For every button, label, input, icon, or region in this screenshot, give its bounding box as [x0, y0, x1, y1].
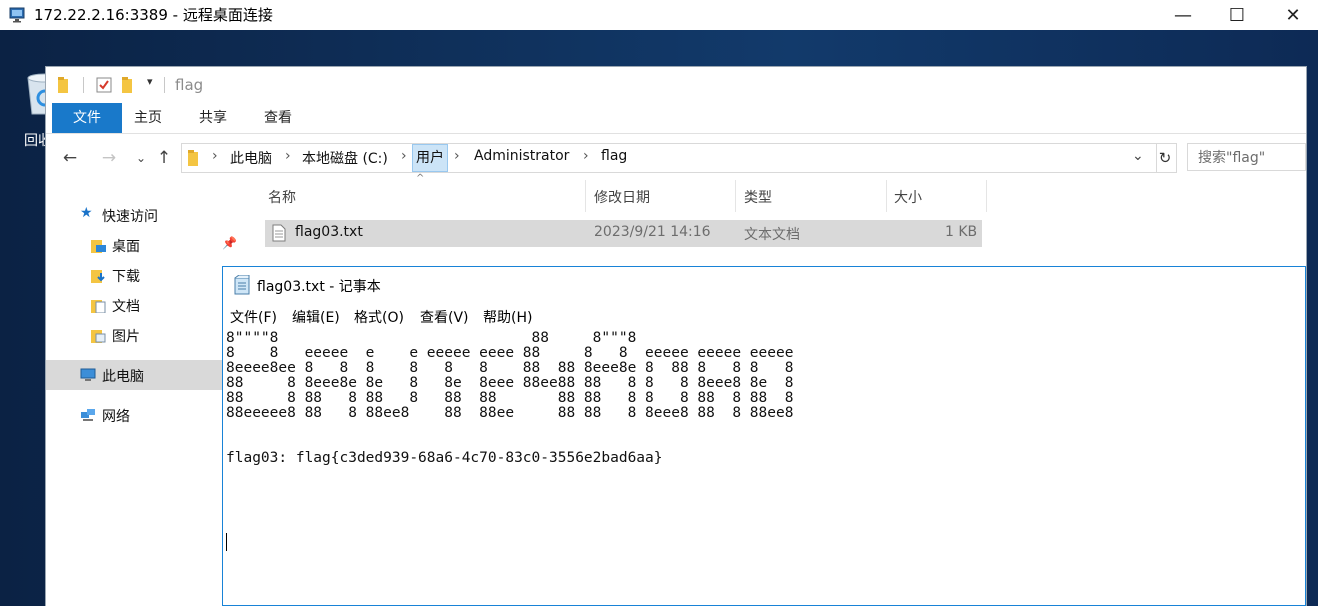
column-modified[interactable]: 修改日期	[594, 187, 650, 207]
documents-folder-icon	[91, 300, 106, 313]
recent-locations-button[interactable]: ⌄	[130, 147, 152, 169]
notepad-title: flag03.txt - 记事本	[257, 279, 381, 295]
close-button[interactable]: ✕	[1270, 0, 1316, 30]
minimize-button[interactable]: —	[1160, 0, 1206, 30]
notepad-window: flag03.txt - 记事本 文件(F) 编辑(E) 格式(O) 查看(V)…	[222, 266, 1306, 606]
nav-documents[interactable]: 文档	[46, 290, 222, 320]
window-title: flag	[175, 76, 204, 94]
refresh-button[interactable]: ↻	[1154, 143, 1177, 173]
forward-button[interactable]: →	[98, 147, 120, 169]
network-icon	[81, 409, 95, 421]
breadcrumb-separator-icon[interactable]: ›	[401, 148, 407, 164]
remote-desktop-icon	[9, 7, 25, 23]
navigation-row: ← → ⌄ ↑ › 此电脑 › 本地磁盘 (C:) › 用户 › Adminis…	[46, 143, 1306, 173]
customize-toolbar-icon[interactable]: ▾	[147, 75, 153, 88]
tab-share[interactable]: 共享	[185, 103, 241, 133]
tab-view[interactable]: 查看	[250, 103, 306, 133]
back-button[interactable]: ←	[59, 147, 81, 169]
up-button[interactable]: ↑	[153, 147, 175, 169]
rdp-title-bar: 172.22.2.16:3389 - 远程桌面连接 — ☐ ✕	[0, 0, 1318, 30]
breadcrumb-local-disk[interactable]: 本地磁盘 (C:)	[302, 148, 388, 168]
downloads-folder-icon	[91, 270, 105, 283]
file-name: flag03.txt	[295, 224, 363, 240]
breadcrumb-administrator[interactable]: Administrator	[474, 148, 569, 164]
nav-quick-access[interactable]: ★ 快速访问	[46, 200, 222, 230]
notepad-title-bar: flag03.txt - 记事本	[223, 267, 1305, 303]
pictures-folder-icon	[91, 330, 106, 343]
breadcrumb-flag[interactable]: flag	[601, 148, 627, 164]
file-size: 1 KB	[945, 224, 978, 240]
file-row[interactable]: flag03.txt 2023/9/21 14:16 文本文档 1 KB	[265, 220, 982, 247]
menu-format[interactable]: 格式(O)	[354, 307, 404, 327]
star-icon: ★	[80, 205, 93, 221]
tab-file[interactable]: 文件	[52, 103, 122, 133]
tab-home[interactable]: 主页	[120, 103, 176, 133]
notepad-menu-bar: 文件(F) 编辑(E) 格式(O) 查看(V) 帮助(H)	[223, 303, 1305, 329]
column-name[interactable]: 名称	[268, 187, 296, 207]
text-caret	[226, 533, 227, 551]
breadcrumb-separator-icon[interactable]: ›	[454, 148, 460, 164]
nav-network[interactable]: 网络	[46, 400, 222, 430]
column-size[interactable]: 大小	[894, 187, 922, 207]
text-file-icon	[272, 224, 286, 242]
sort-ascending-icon: ^	[416, 173, 425, 184]
nav-this-pc[interactable]: 此电脑	[46, 360, 222, 390]
address-bar[interactable]: › 此电脑 › 本地磁盘 (C:) › 用户 › Administrator ›…	[181, 143, 1157, 173]
notepad-icon	[234, 275, 250, 295]
quick-access-toolbar: ▾ flag	[46, 67, 1306, 103]
computer-icon	[80, 368, 96, 381]
breadcrumb-this-pc[interactable]: 此电脑	[230, 148, 272, 168]
file-type: 文本文档	[744, 227, 800, 243]
file-modified: 2023/9/21 14:16	[594, 224, 711, 240]
pin-icon[interactable]: 📌	[222, 236, 237, 250]
menu-edit[interactable]: 编辑(E)	[292, 307, 340, 327]
breadcrumb-separator-icon[interactable]: ›	[583, 148, 589, 164]
nav-desktop[interactable]: 桌面 📌	[46, 230, 237, 260]
folder-icon	[58, 77, 68, 93]
breadcrumb-separator-icon[interactable]: ›	[212, 148, 218, 164]
properties-icon[interactable]	[96, 77, 112, 93]
menu-file[interactable]: 文件(F)	[230, 307, 277, 327]
new-folder-icon[interactable]	[122, 77, 136, 93]
menu-help[interactable]: 帮助(H)	[483, 307, 532, 327]
address-dropdown-icon[interactable]: ⌄	[1132, 148, 1144, 164]
breadcrumb-users[interactable]: 用户	[412, 144, 448, 172]
rdp-title: 172.22.2.16:3389 - 远程桌面连接	[34, 6, 273, 24]
menu-view[interactable]: 查看(V)	[420, 307, 469, 327]
column-type[interactable]: 类型	[744, 187, 772, 207]
ribbon-tabs: 文件 主页 共享 查看	[46, 103, 1306, 134]
desktop-folder-icon	[91, 240, 106, 253]
notepad-text-area[interactable]: 8""""8 88 8"""8 8 8 eeeee e e eeeee eeee…	[226, 331, 1304, 603]
maximize-button[interactable]: ☐	[1214, 0, 1260, 30]
search-input[interactable]: 搜索"flag"	[1187, 143, 1306, 171]
breadcrumb-separator-icon[interactable]: ›	[285, 148, 291, 164]
nav-pictures[interactable]: 图片	[46, 320, 222, 350]
folder-icon	[188, 150, 198, 166]
nav-downloads[interactable]: 下载	[46, 260, 222, 290]
